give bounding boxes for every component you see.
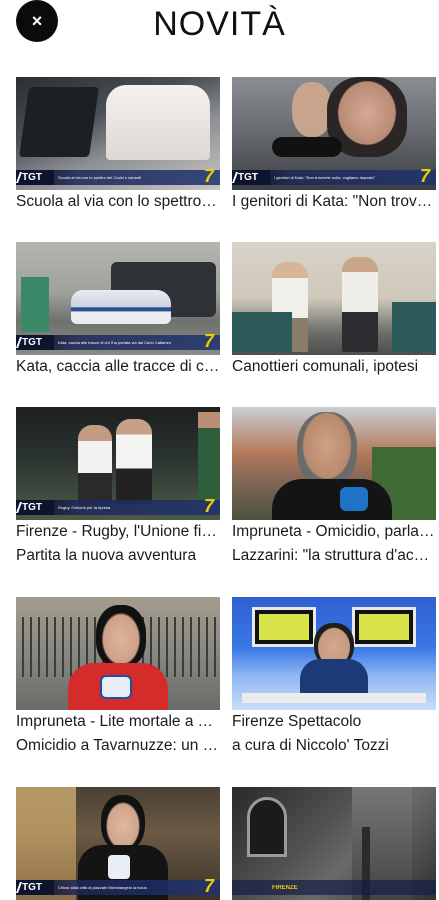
thumbnail [16,597,220,710]
tgt-logo: TGT [16,170,54,185]
news-card[interactable]: FIRENZE [232,787,436,900]
card-title: Firenze - Rugby, l'Unione fiorentina [16,523,220,540]
channel-logo: 7 [419,166,430,186]
card-title: Kata, caccia alle tracce di chi l'ha por… [16,358,220,375]
news-card[interactable]: TGT I genitori di Kata: "Non troverete n… [232,77,436,214]
tgt-logo: TGT [232,170,270,185]
card-title: Canottieri comunali, ipotesi [232,358,419,375]
news-banner: TGT Rugby, l'Unione per la ripresa [16,500,220,515]
banner-text: Scuola al via con lo spettro del Covid e… [58,175,141,180]
thumbnail: TGT Scuola al via con lo spettro del Cov… [16,77,220,190]
news-card[interactable]: TGT Rugby, l'Unione per la ripresa 7 Fir… [16,407,220,568]
tgt-logo: TGT [16,500,54,515]
card-title: Impruneta - Lite mortale a Tavarnuzze [16,713,220,730]
channel-logo: 7 [203,166,214,186]
banner-text: I genitori di Kata: "Non troverete nulla… [274,175,376,180]
card-title: I genitori di Kata: "Non troverete [232,193,436,210]
news-grid: TGT Scuola al via con lo spettro del Cov… [0,0,439,900]
card-title: Scuola al via con lo spettro del Covid [16,193,220,210]
thumbnail: TGT I genitori di Kata: "Non troverete n… [232,77,436,190]
card-title: Impruneta - Omicidio, parla il sindaco [232,523,436,540]
news-banner: TGT Chiusi dalla città di piazzale Miche… [16,880,220,895]
card-title: Firenze Spettacolo [232,713,362,730]
thumbnail: TGT Kata, caccia alle tracce di chi l'ha… [16,242,220,355]
news-card[interactable]: Impruneta - Lite mortale a Tavarnuzze Om… [16,597,220,758]
thumbnail: FIRENZE [232,787,436,900]
tgt-logo: TGT [16,880,54,895]
card-subtitle: a cura di Niccolo' Tozzi [232,737,389,754]
thumbnail: TGT Chiusi dalla città di piazzale Miche… [16,787,220,900]
news-banner: FIRENZE [232,880,436,895]
news-card[interactable]: Canottieri comunali, ipotesi [232,242,436,379]
thumbnail [232,242,436,355]
thumbnail: TGT Rugby, l'Unione per la ripresa 7 [16,407,220,520]
news-card[interactable]: Impruneta - Omicidio, parla il sindaco L… [232,407,436,568]
banner-text: FIRENZE [272,884,298,891]
channel-logo: 7 [203,876,214,896]
news-banner: TGT Scuola al via con lo spettro del Cov… [16,170,220,185]
banner-text: Rugby, l'Unione per la ripresa [58,505,111,510]
banner-text: Kata, caccia alle tracce di chi l'ha por… [58,340,172,345]
thumbnail [232,597,436,710]
card-subtitle: Lazzarini: "la struttura d'accoglienza [232,547,436,564]
banner-text: Chiusi dalla città di piazzale Michelang… [58,885,147,890]
news-card[interactable]: Firenze Spettacolo a cura di Niccolo' To… [232,597,436,758]
card-subtitle: Partita la nuova avventura [16,547,197,564]
channel-logo: 7 [203,331,214,351]
news-card[interactable]: TGT Chiusi dalla città di piazzale Miche… [16,787,220,900]
thumbnail [232,407,436,520]
card-subtitle: Omicidio a Tavarnuzze: un morto [16,737,220,754]
news-banner: TGT Kata, caccia alle tracce di chi l'ha… [16,335,220,350]
tgt-logo: TGT [16,335,54,350]
news-banner: TGT I genitori di Kata: "Non troverete n… [232,170,436,185]
channel-logo: 7 [203,496,214,516]
news-card[interactable]: TGT Kata, caccia alle tracce di chi l'ha… [16,242,220,379]
news-card[interactable]: TGT Scuola al via con lo spettro del Cov… [16,77,220,214]
